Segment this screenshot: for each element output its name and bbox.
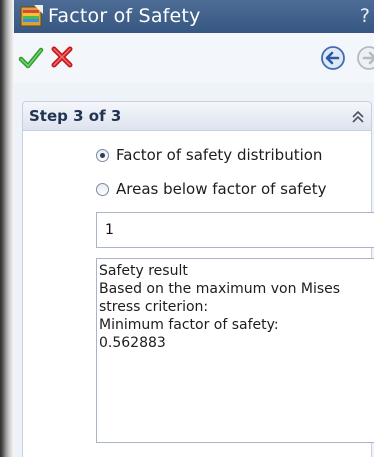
toolbar — [14, 33, 374, 83]
left-window-edge — [0, 0, 14, 457]
radio-button-checked[interactable] — [96, 148, 109, 162]
radio-label: Areas below factor of safety — [116, 180, 327, 198]
help-button[interactable]: ? — [360, 4, 370, 28]
radio-label: Factor of safety distribution — [116, 146, 323, 164]
checkmark-icon[interactable] — [18, 45, 44, 71]
factor-of-safety-icon — [20, 5, 43, 27]
safety-result-box: Safety result Based on the maximum von M… — [96, 258, 374, 443]
result-line: 0.562883 — [99, 335, 166, 351]
section-header: Step 3 of 3 — [22, 101, 372, 131]
result-line: stress criterion: — [99, 299, 209, 315]
result-line: Safety result — [99, 263, 188, 279]
x-icon[interactable] — [50, 45, 74, 69]
factor-of-safety-value-input[interactable] — [96, 212, 374, 248]
double-chevron-up-icon[interactable] — [349, 108, 367, 126]
radio-factor-of-safety-distribution[interactable]: Factor of safety distribution — [96, 144, 322, 166]
radio-button[interactable] — [96, 182, 109, 196]
result-line: Based on the maximum von Mises — [99, 281, 341, 297]
arrow-right-icon[interactable] — [356, 45, 374, 71]
section-title: Step 3 of 3 — [29, 107, 122, 125]
result-line: Minimum factor of safety: — [99, 317, 279, 333]
property-manager-panel: Factor of Safety ? Step 3 of 3 Factor of… — [14, 0, 374, 457]
radio-areas-below-factor-of-safety[interactable]: Areas below factor of safety — [96, 178, 326, 200]
title-bar: Factor of Safety ? — [14, 0, 374, 33]
arrow-left-icon[interactable] — [320, 45, 346, 71]
panel-title: Factor of Safety — [48, 5, 201, 27]
